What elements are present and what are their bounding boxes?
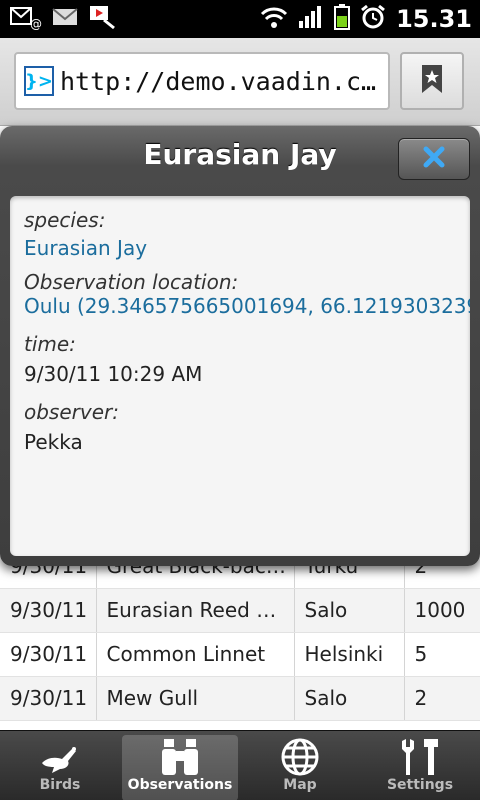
tab-birds-label: Birds [39,777,81,793]
url-field[interactable]: }> http://demo.vaadin.com... [14,52,390,110]
row-count: 2 [404,676,480,721]
observation-popup: Eurasian Jay species: Eurasian Jay Obser… [0,126,480,566]
bottom-tab-bar: Birds Observations Map Settings [0,730,480,800]
tab-observations[interactable]: Observations [120,731,240,800]
popup-header: Eurasian Jay [0,126,480,192]
row-location: Helsinki [294,632,405,677]
vaadin-favicon-icon: }> [24,66,54,96]
table-row[interactable]: 9/30/11 Eurasian Reed … Salo 1000 [0,588,480,633]
bird-icon [38,737,82,777]
tab-map[interactable]: Map [240,731,360,800]
tools-icon [400,737,440,777]
species-value-link[interactable]: Eurasian Jay [24,236,147,260]
row-location: Salo [294,676,405,721]
tab-map-label: Map [283,777,317,793]
binoculars-icon [160,737,200,777]
observer-field: observer: Pekka [24,400,119,454]
row-location: Salo [294,588,405,633]
missed-call-email-icon: @ [10,4,42,34]
bookmark-icon [420,64,444,98]
browser-toolbar: }> http://demo.vaadin.com... [0,38,480,126]
row-date: 9/30/11 [0,632,97,677]
location-label: Observation location: [24,270,239,294]
bookmark-button[interactable] [400,52,464,110]
gmail-icon [52,6,78,32]
observations-table: 9/30/11Great Black-bac…Turku29/30/11Eura… [0,544,480,721]
row-species: Eurasian Reed … [96,588,295,633]
species-field: species: Eurasian Jay [24,208,147,260]
wifi-icon [260,5,288,33]
location-field: Observation location: Oulu (29.346575665… [24,270,470,318]
observer-value: Pekka [24,430,83,454]
close-button[interactable] [398,138,470,180]
popup-body: species: Eurasian Jay Observation locati… [10,196,470,556]
time-label: time: [24,332,76,356]
table-row[interactable]: 9/30/11 Mew Gull Salo 2 [0,676,480,721]
svg-text:@: @ [30,17,42,30]
youtube-notification-icon [88,4,118,34]
row-count: 5 [404,632,480,677]
tab-observations-label: Observations [127,777,233,793]
species-label: species: [24,208,106,232]
status-time: 15.31 [396,5,472,33]
close-icon [423,146,445,172]
tab-settings-label: Settings [386,777,454,793]
time-field: time: 9/30/11 10:29 AM [24,332,202,386]
row-species: Common Linnet [96,632,295,677]
signal-icon [298,5,324,33]
row-count: 1000 [404,588,480,633]
tab-birds[interactable]: Birds [0,731,120,800]
location-value-link[interactable]: Oulu (29.346575665001694, 66.12193032390… [24,294,470,318]
observer-label: observer: [24,400,119,424]
battery-icon [334,4,351,34]
url-text: http://demo.vaadin.com... [60,66,388,96]
globe-icon [280,737,320,777]
tab-settings[interactable]: Settings [360,731,480,800]
table-row[interactable]: 9/30/11 Common Linnet Helsinki 5 [0,632,480,677]
time-value: 9/30/11 10:29 AM [24,362,203,386]
row-date: 9/30/11 [0,676,97,721]
alarm-icon [360,4,386,34]
row-date: 9/30/11 [0,588,97,633]
status-bar: @ 15.31 [0,0,480,38]
row-species: Mew Gull [96,676,295,721]
